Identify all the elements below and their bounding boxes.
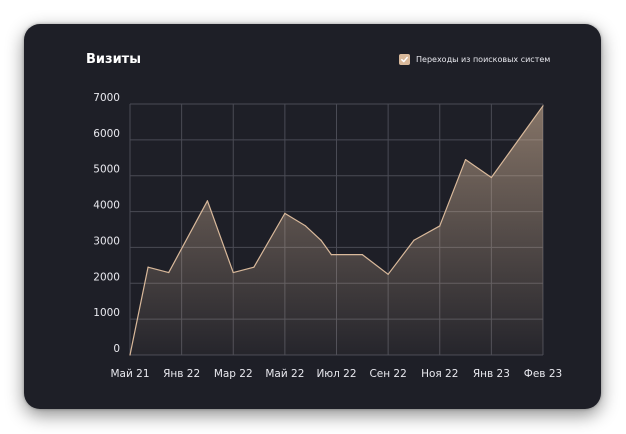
y-tick-label: 1000 [93,307,120,319]
data-point [320,239,322,241]
data-point [542,105,544,107]
y-tick-label: 7000 [93,92,120,104]
data-point [206,200,209,202]
data-point [464,158,467,161]
y-tick-label: 6000 [93,128,120,140]
data-point [129,354,131,356]
chart-plot: 0 1000 2000 3000 4000 5000 6000 7000 Май 21 Янв 2… [93,92,562,380]
data-point [147,266,149,268]
x-tick-label: Фев 23 [524,368,562,380]
x-tick-label: Май 22 [265,368,304,380]
chart-card: Визиты Переходы из поисковых систем 0 100… [24,24,601,409]
y-tick-label: 2000 [93,271,120,283]
data-point [304,225,307,227]
data-point [253,266,255,268]
x-tick-label: Мар 22 [214,368,253,380]
x-tick-label: Ноя 22 [421,368,458,380]
data-point [284,212,286,214]
y-tick-label: 0 [113,343,120,355]
data-point [413,239,415,241]
x-tick-label: Янв 23 [473,368,510,380]
data-point [490,176,492,179]
x-tick-label: Сен 22 [369,368,406,380]
y-tick-label: 5000 [93,164,120,176]
data-point [330,254,332,256]
data-point [232,271,234,274]
x-tick-label: Июл 22 [316,368,356,380]
y-tick-label: 4000 [93,200,120,212]
data-point [387,273,389,275]
data-point [168,271,170,274]
x-tick-label: Янв 22 [163,368,200,380]
data-point [439,225,441,227]
data-point [361,254,363,256]
y-tick-label: 3000 [93,235,120,247]
x-tick-label: Май 21 [110,368,149,380]
